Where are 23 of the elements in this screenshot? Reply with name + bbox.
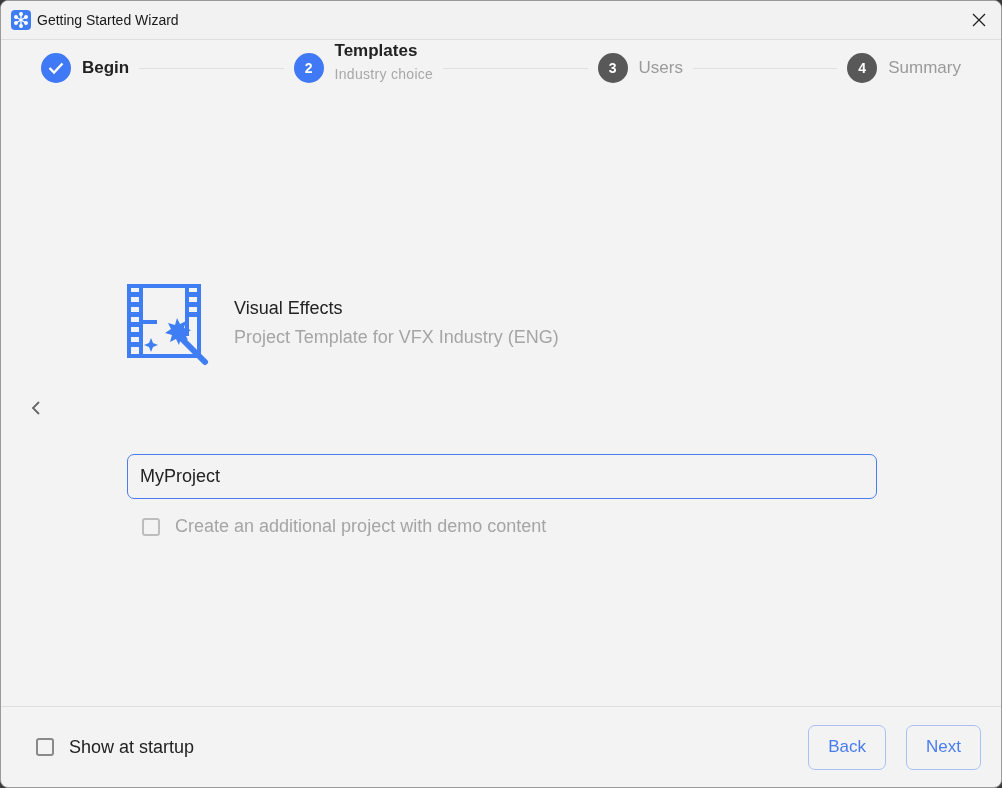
film-wand-icon <box>127 284 209 366</box>
step-label: Users <box>638 57 683 79</box>
step-number-badge: 2 <box>293 53 324 83</box>
show-at-startup-label: Show at startup <box>69 736 195 758</box>
step-sublabel: Industry choice <box>334 66 434 82</box>
chevron-left-icon <box>31 400 41 416</box>
app-logo-icon <box>11 10 31 30</box>
checkbox[interactable] <box>36 738 54 756</box>
step-label: Begin <box>82 57 130 79</box>
step-number-badge: 3 <box>597 53 628 83</box>
step-number-badge: 4 <box>847 53 878 83</box>
template-title: Visual Effects <box>234 298 344 319</box>
template-description: Project Template for VFX Industry (ENG) <box>234 327 559 348</box>
step-label: Templates <box>334 40 419 62</box>
back-button[interactable]: Back <box>808 724 887 770</box>
next-button[interactable]: Next <box>906 724 981 770</box>
window-title: Getting Started Wizard <box>37 12 180 28</box>
previous-button[interactable] <box>31 400 43 416</box>
project-name-field[interactable]: MyProject <box>127 454 877 499</box>
close-icon <box>972 13 986 27</box>
check-icon <box>48 62 64 74</box>
step-label: Summary <box>888 57 961 79</box>
demo-content-label: Create an additional project with demo content <box>175 516 547 537</box>
